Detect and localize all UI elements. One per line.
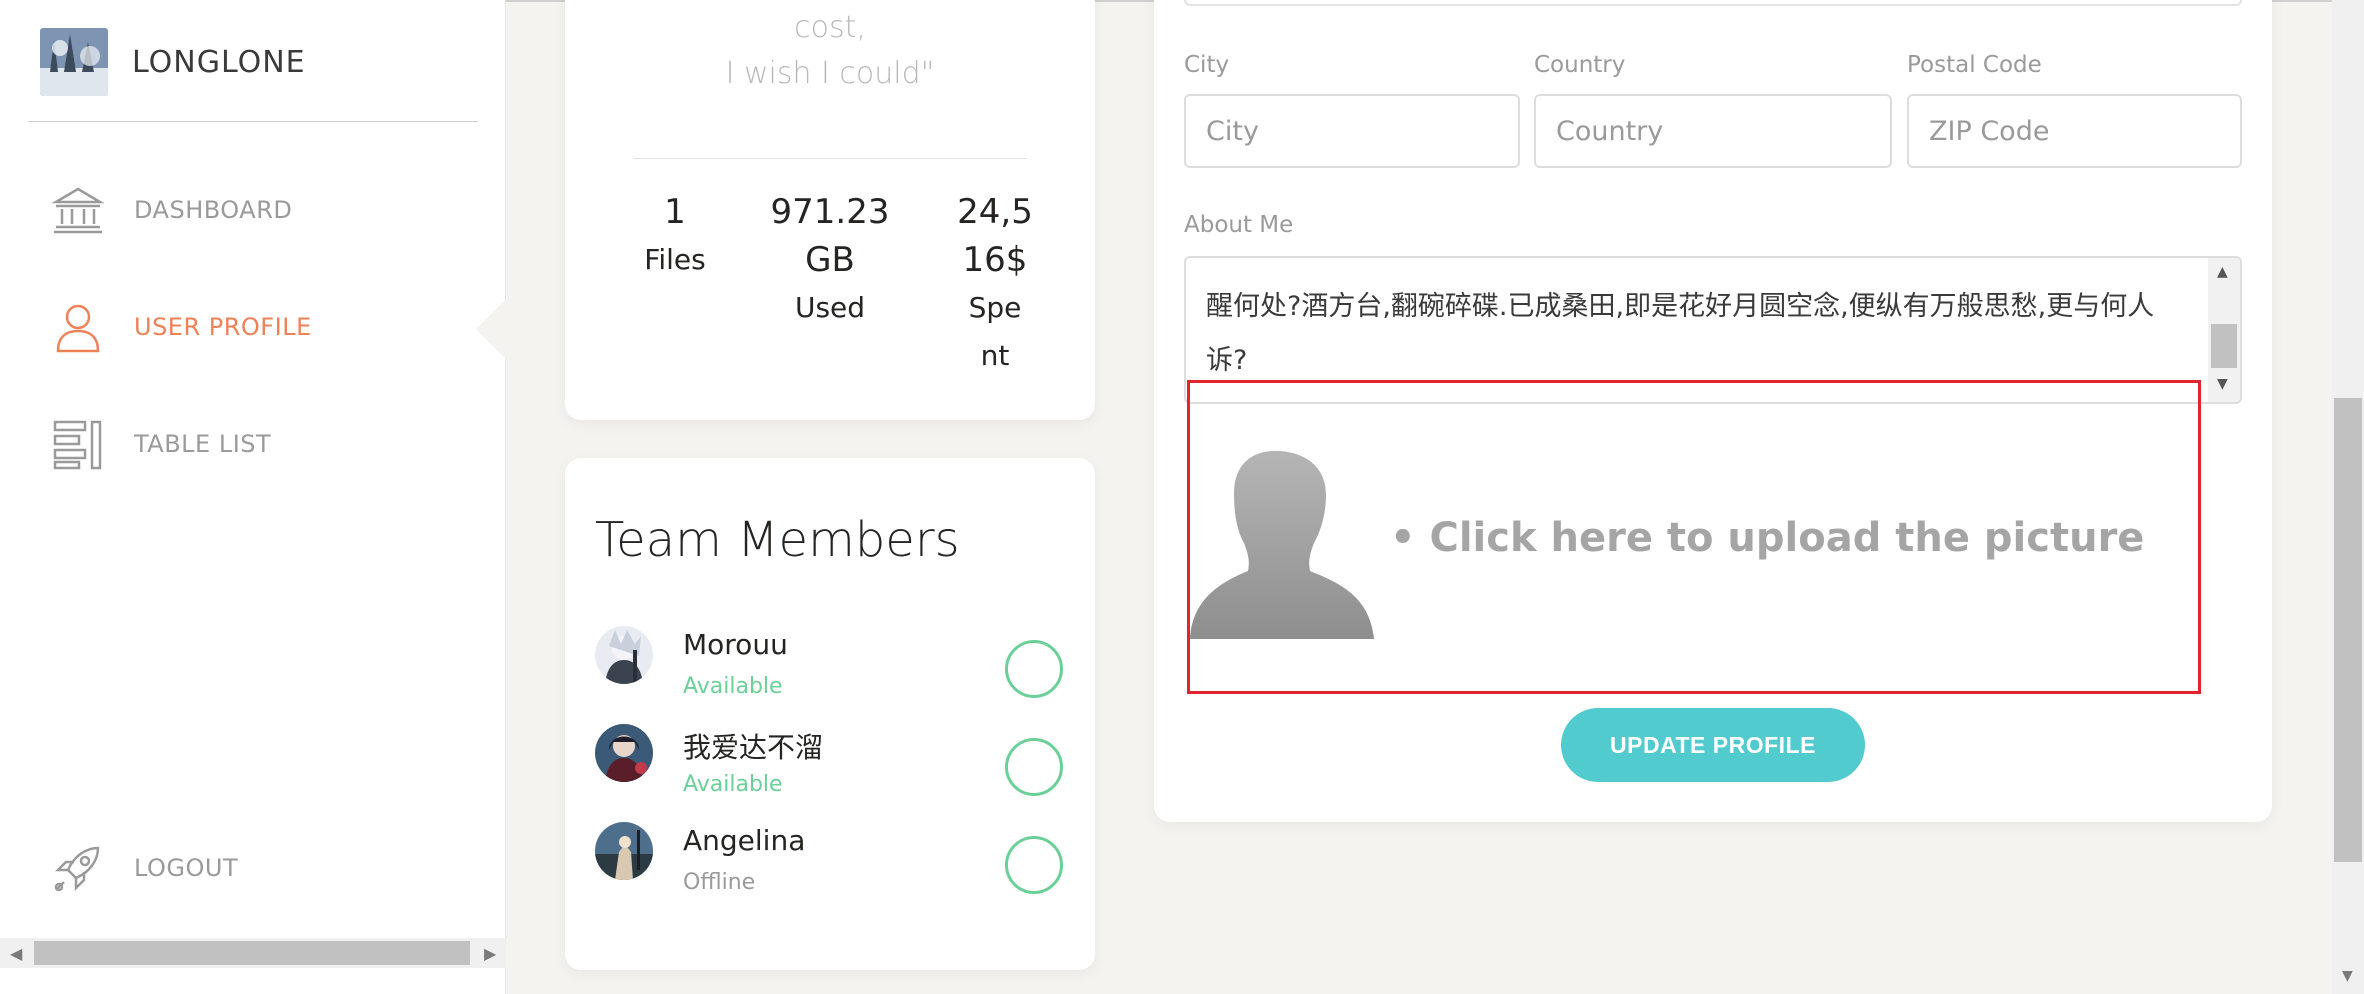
- scrollbar-thumb[interactable]: [34, 941, 470, 965]
- sidebar-item-user-profile[interactable]: USER PROFILE: [50, 299, 312, 355]
- stat-value: 971.23: [770, 192, 890, 232]
- sidebar-item-dashboard[interactable]: DASHBOARD: [50, 182, 292, 238]
- brand-name: LONGLONE: [132, 44, 306, 80]
- stat-value: 1: [664, 192, 686, 232]
- stat-unit: Files: [644, 243, 706, 276]
- stat-spent: 24,5 16$ Spe nt: [940, 188, 1050, 380]
- stat-value: GB: [805, 240, 855, 280]
- member-name: 我爱达不溜: [683, 731, 824, 764]
- brand-divider: [28, 121, 478, 122]
- member-action-button[interactable]: [1005, 836, 1063, 894]
- scroll-up-arrow-icon[interactable]: ▲: [2217, 264, 2228, 280]
- stat-used: 971.23 GB Used: [760, 188, 900, 332]
- about-me-line-clipped: [1206, 258, 2186, 280]
- postal-code-input[interactable]: ZIP Code: [1907, 94, 2242, 168]
- scrollbar-thumb[interactable]: [2334, 398, 2362, 862]
- profile-card: cost, I wish I could" 1 Files 971.23 GB …: [565, 0, 1095, 420]
- textarea-scrollbar[interactable]: ▲ ▼: [2208, 258, 2240, 402]
- scrollbar-thumb[interactable]: [2211, 324, 2237, 368]
- about-me-line: 醒何处?酒方台,翻碗碎碟.已成桑田,即是花好月圆空念,便纵有万般思愁,更与何人: [1206, 291, 2155, 322]
- team-member-row: Morouu Available: [595, 626, 1075, 716]
- member-action-button[interactable]: [1005, 640, 1063, 698]
- member-status: Available: [683, 772, 783, 797]
- sidebar-item-label: DASHBOARD: [134, 196, 293, 224]
- postal-code-label: Postal Code: [1907, 52, 2042, 78]
- avatar[interactable]: [595, 822, 653, 880]
- team-title: Team Members: [595, 512, 960, 568]
- brand[interactable]: LONGLONE: [40, 28, 306, 96]
- city-input[interactable]: City: [1184, 94, 1520, 168]
- member-name: Morouu: [683, 628, 788, 661]
- sidebar-item-label: USER PROFILE: [134, 313, 312, 341]
- team-members-card: Team Members Morouu Available 我爱达不溜 Avai…: [565, 458, 1095, 970]
- list-icon: [50, 416, 106, 472]
- member-status: Offline: [683, 870, 756, 895]
- scroll-down-arrow-icon[interactable]: ▼: [2342, 968, 2353, 984]
- member-action-button[interactable]: [1005, 738, 1063, 796]
- scroll-right-arrow-icon[interactable]: ▶: [484, 944, 496, 963]
- person-silhouette-icon: [1190, 450, 1374, 639]
- address-field-partial[interactable]: [1184, 0, 2242, 6]
- member-name: Angelina: [683, 824, 806, 857]
- about-me-label: About Me: [1184, 212, 1294, 238]
- active-indicator-arrow: [476, 299, 506, 359]
- sidebar-item-logout[interactable]: LOGOUT: [50, 840, 238, 896]
- user-icon: [50, 299, 106, 355]
- rocket-icon: [50, 840, 106, 896]
- stat-unit: Spe: [968, 291, 1022, 324]
- sidebar-horizontal-scrollbar[interactable]: ◀ ▶: [0, 938, 506, 968]
- city-label: City: [1184, 52, 1230, 78]
- bank-icon: [50, 182, 106, 238]
- page-vertical-scrollbar[interactable]: ▼: [2332, 0, 2364, 994]
- edit-profile-card: City City Country Country Postal Code ZI…: [1154, 0, 2272, 822]
- member-status: Available: [683, 674, 783, 699]
- sidebar-item-label: LOGOUT: [134, 854, 239, 882]
- avatar[interactable]: [595, 724, 653, 782]
- picture-upload-area[interactable]: • Click here to upload the picture: [1187, 380, 2201, 694]
- country-input[interactable]: Country: [1534, 94, 1892, 168]
- stat-unit: Used: [794, 291, 866, 324]
- team-member-row: Angelina Offline: [595, 822, 1075, 912]
- stat-files: 1 Files: [605, 188, 745, 284]
- stat-value: 16$: [962, 240, 1028, 280]
- profile-quote-line: cost,: [794, 10, 866, 45]
- update-profile-button[interactable]: UPDATE PROFILE: [1561, 708, 1865, 782]
- card-divider: [633, 158, 1027, 159]
- brand-logo: [40, 28, 108, 96]
- stat-value: 24,5: [957, 192, 1033, 232]
- sidebar-item-label: TABLE LIST: [134, 430, 272, 458]
- scroll-left-arrow-icon[interactable]: ◀: [10, 944, 22, 963]
- stat-unit: nt: [980, 339, 1010, 372]
- about-me-text: 醒何处?酒方台,翻碗碎碟.已成桑田,即是花好月圆空念,便纵有万般思愁,更与何人 …: [1206, 258, 2186, 388]
- avatar[interactable]: [595, 626, 653, 684]
- profile-quote-line: I wish I could": [725, 56, 935, 91]
- scroll-down-arrow-icon[interactable]: ▼: [2217, 376, 2228, 392]
- sidebar: LONGLONE DASHBOARD USER PROFILE TABLE LI…: [0, 0, 506, 994]
- country-label: Country: [1534, 52, 1626, 78]
- upload-hint-text: • Click here to upload the picture: [1390, 515, 2145, 561]
- sidebar-item-table-list[interactable]: TABLE LIST: [50, 416, 271, 472]
- team-member-row: 我爱达不溜 Available: [595, 724, 1075, 814]
